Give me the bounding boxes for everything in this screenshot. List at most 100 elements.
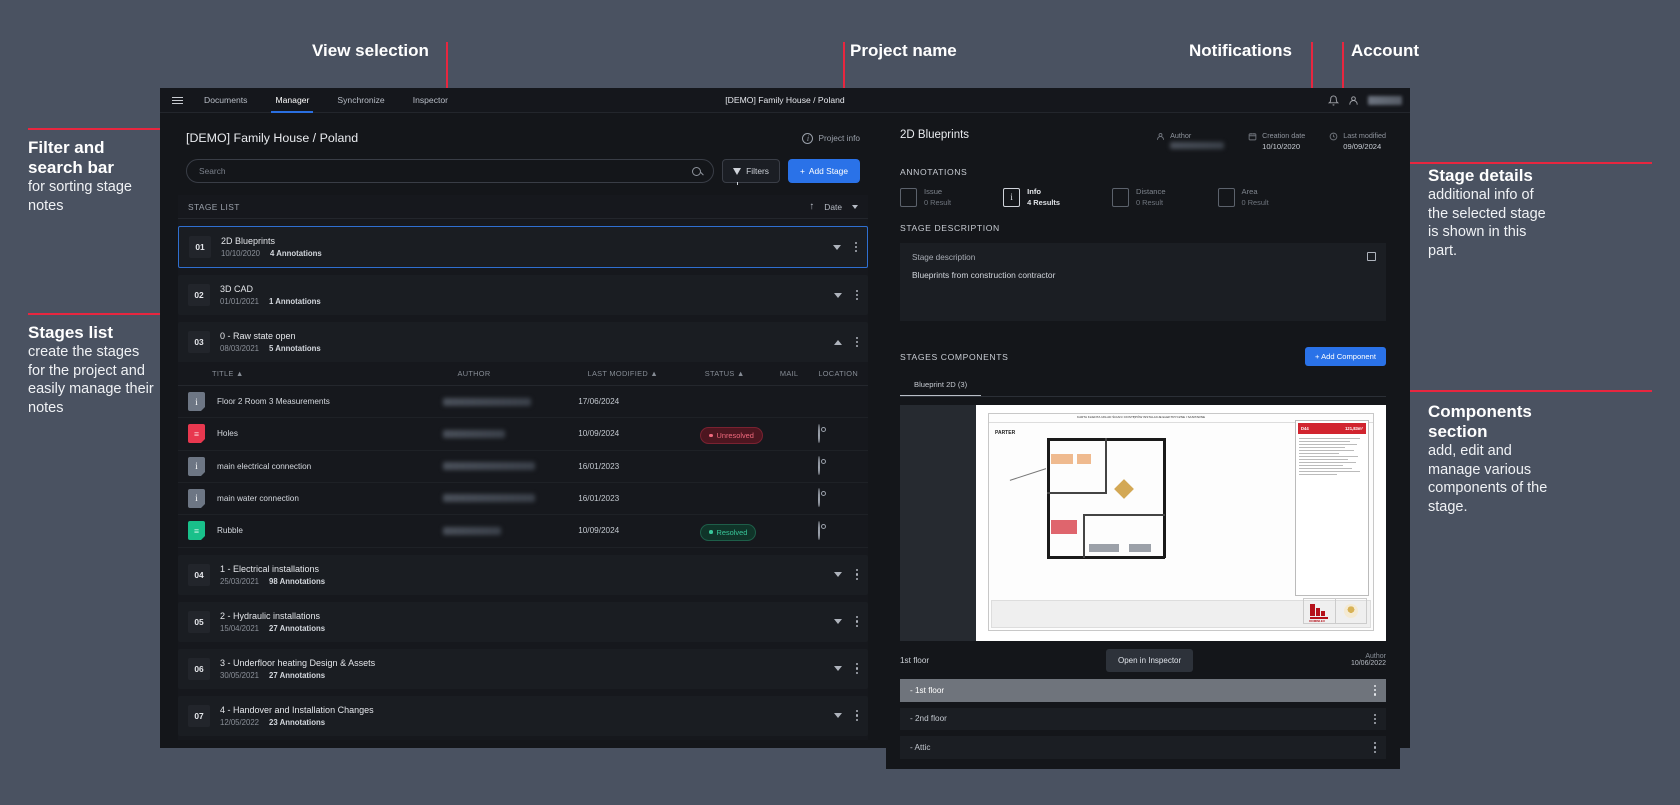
stage-row[interactable]: 07 4 - Handover and Installation Changes…	[178, 695, 868, 736]
annotation-location-cell[interactable]	[818, 456, 858, 476]
kebab-menu-icon[interactable]	[855, 336, 858, 348]
nav-tab-synchronize[interactable]: Synchronize	[323, 88, 398, 113]
project-header: [DEMO] Family House / Poland i Project i…	[178, 123, 868, 195]
expand-chevron-down-icon[interactable]	[833, 292, 842, 298]
annotation-status-cell: Unresolved	[700, 424, 778, 444]
table-row[interactable]: i main water connection 16/01/2023	[178, 483, 868, 515]
annotation-location-cell[interactable]	[818, 520, 858, 540]
stage-row[interactable]: 06 3 - Underfloor heating Design & Asset…	[178, 648, 868, 689]
account-name-redacted[interactable]	[1368, 95, 1402, 105]
nav-tab-manager[interactable]: Manager	[261, 88, 323, 113]
kebab-menu-icon[interactable]	[855, 710, 858, 721]
hamburger-menu-icon[interactable]	[164, 96, 190, 104]
nav-tab-inspector[interactable]: Inspector	[399, 88, 462, 113]
kebab-menu-icon[interactable]	[855, 616, 858, 627]
kebab-menu-icon[interactable]	[854, 241, 857, 253]
expand-chevron-down-icon[interactable]	[833, 619, 842, 624]
location-pin-icon[interactable]	[818, 423, 821, 443]
search-box[interactable]	[186, 159, 715, 183]
search-input[interactable]	[199, 166, 693, 176]
stat-area[interactable]: Area 0 Result	[1217, 187, 1269, 207]
kebab-menu-icon[interactable]	[855, 663, 858, 674]
expand-chevron-down-icon[interactable]	[832, 244, 841, 250]
distance-icon	[1112, 187, 1129, 207]
stage-row[interactable]: 02 3D CAD 01/01/2021 1 Annotations	[178, 275, 868, 315]
list-item[interactable]: - 1st floor	[900, 679, 1386, 702]
stat-info[interactable]: i Info 4 Results	[1003, 187, 1060, 207]
annotation-location-cell[interactable]	[818, 423, 858, 443]
location-pin-icon[interactable]	[818, 456, 821, 476]
expand-chevron-down-icon[interactable]	[833, 572, 842, 577]
list-item[interactable]: - Attic	[900, 736, 1386, 759]
kebab-menu-icon[interactable]	[1373, 742, 1376, 753]
stage-row[interactable]: 05 2 - Hydraulic installations 15/04/202…	[178, 601, 868, 642]
stages-components-panel: STAGES COMPONENTS + Add Component Bluepr…	[886, 337, 1400, 769]
callout-notifications: Notifications	[1189, 41, 1292, 61]
stage-meta: 30/05/2021 27 Annotations	[220, 671, 375, 680]
col-header-mail[interactable]: MAIL	[780, 369, 818, 378]
stage-row[interactable]: 03 0 - Raw state open 08/03/2021 5 Annot…	[178, 322, 868, 362]
annotation-title-cell: ≡ Rubble	[188, 521, 443, 541]
list-item[interactable]: - 2nd floor	[900, 707, 1386, 731]
add-stage-button[interactable]: + Add Stage	[787, 159, 860, 183]
table-row[interactable]: i main electrical connection 16/01/2023	[178, 451, 868, 483]
annotation-title-cell: i Floor 2 Room 3 Measurements	[188, 392, 443, 411]
callout-components-title: Components section	[1428, 402, 1532, 442]
annotation-last-modified: 16/01/2023	[578, 461, 620, 471]
preview-author-date: 10/06/2022	[1350, 660, 1386, 667]
stage-sort-controls[interactable]: ↑ Date	[809, 201, 858, 212]
meta-last-modified: Last modified 09/09/2024	[1329, 131, 1386, 151]
col-header-location[interactable]: LOCATION	[818, 369, 858, 378]
component-preview[interactable]: KARTA KLIENTA UKŁAD ŚCIAN I DOSTĘPÓW INS…	[900, 405, 1386, 641]
col-header-author[interactable]: AUTHOR	[457, 369, 587, 378]
expand-chevron-down-icon[interactable]	[833, 713, 842, 718]
tab-blueprint-2d[interactable]: Blueprint 2D (3)	[900, 375, 982, 396]
blueprint-image[interactable]: KARTA KLIENTA UKŁAD ŚCIAN I DOSTĘPÓW INS…	[976, 405, 1386, 641]
add-component-button[interactable]: + Add Component	[1304, 347, 1386, 366]
stage-row[interactable]: 04 1 - Electrical installations 25/03/20…	[178, 554, 868, 595]
edit-pencil-icon[interactable]	[1367, 252, 1376, 261]
stage-description-box[interactable]: Stage description Blueprints from constr…	[900, 243, 1386, 321]
col-header-status[interactable]: STATUS ▲	[705, 369, 780, 378]
stage-row-actions	[833, 569, 858, 580]
nav-tab-documents[interactable]: Documents	[190, 88, 261, 113]
expand-chevron-down-icon[interactable]	[833, 666, 842, 671]
table-row[interactable]: ≡ Holes 10/09/2024 Unresolved	[178, 418, 868, 451]
project-info-button[interactable]: i Project info	[802, 132, 860, 144]
stage-list-scroll[interactable]: 01 2D Blueprints 10/10/2020 4 Annotation…	[178, 219, 868, 740]
stat-issue[interactable]: Issue 0 Result	[900, 187, 951, 207]
callout-project-name: Project name	[850, 41, 957, 61]
sort-ascending-icon[interactable]: ↑	[809, 201, 814, 212]
col-header-title[interactable]: TITLE ▲	[212, 369, 457, 378]
stage-meta: 01/01/2021 1 Annotations	[220, 297, 321, 306]
info-annotation-icon: i	[188, 392, 205, 411]
callout-notifications-title: Notifications	[1189, 41, 1292, 60]
account-user-icon[interactable]	[1348, 95, 1359, 106]
location-pin-icon[interactable]	[818, 488, 821, 508]
annotation-author-cell	[443, 526, 578, 535]
logo-mark: DOMINI.EU	[1304, 599, 1335, 623]
col-header-last-modified[interactable]: LAST MODIFIED ▲	[588, 369, 705, 378]
calendar-icon	[1248, 133, 1257, 141]
stage-row[interactable]: 01 2D Blueprints 10/10/2020 4 Annotation…	[178, 226, 868, 268]
location-pin-icon[interactable]	[818, 520, 821, 540]
stage-description-text: Blueprints from construction contractor	[912, 270, 1056, 280]
annotation-location-cell[interactable]	[818, 488, 858, 508]
stat-distance[interactable]: Distance 0 Result	[1112, 187, 1166, 207]
sort-by-label[interactable]: Date	[824, 202, 842, 212]
kebab-menu-icon[interactable]	[1373, 685, 1376, 696]
collapse-chevron-up-icon[interactable]	[833, 339, 842, 345]
meta-modified-text: Last modified 09/09/2024	[1343, 131, 1386, 151]
stage-date: 15/04/2021	[220, 623, 260, 633]
open-in-inspector-button[interactable]: Open in Inspector	[1106, 648, 1194, 672]
search-icon[interactable]	[692, 166, 702, 176]
chevron-down-icon[interactable]	[852, 204, 858, 209]
filters-button[interactable]: Filters	[722, 159, 780, 185]
table-row[interactable]: ≡ Rubble 10/09/2024 Resolved	[178, 515, 868, 548]
notification-bell-icon[interactable]	[1328, 95, 1339, 106]
stage-text-group: 2D Blueprints 10/10/2020 4 Annotations	[221, 236, 322, 258]
table-row[interactable]: i Floor 2 Room 3 Measurements 17/06/2024	[178, 386, 868, 418]
kebab-menu-icon[interactable]	[1373, 713, 1376, 725]
kebab-menu-icon[interactable]	[855, 569, 858, 580]
kebab-menu-icon[interactable]	[855, 289, 858, 301]
